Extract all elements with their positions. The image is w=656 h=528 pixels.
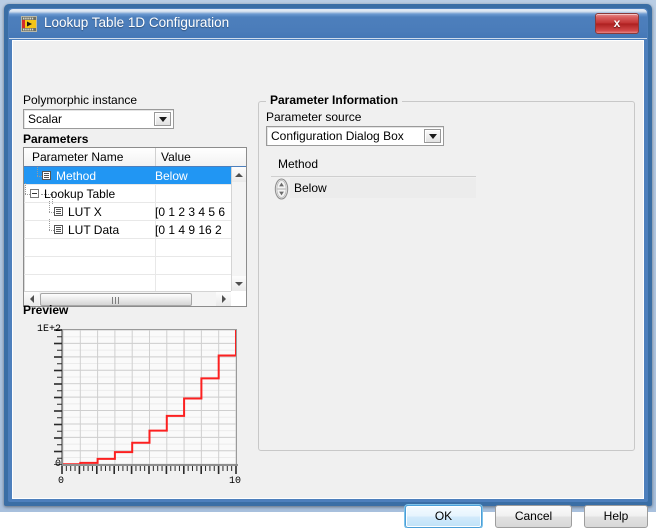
row-column-divider [155,185,156,202]
ok-button[interactable]: OK [405,505,482,528]
help-button[interactable]: Help [584,505,648,528]
cancel-button[interactable]: Cancel [495,505,572,528]
table-row[interactable] [24,257,231,275]
preview-graph: 1E+2 0 0 10 [23,319,247,491]
x-axis-min-label: 0 [58,476,65,487]
window-frame: Lookup Table 1D Configuration x Polymorp… [0,0,656,528]
parameter-name-cell: LUT Data [68,223,120,237]
chevron-down-icon[interactable] [154,112,171,126]
parameter-value-cell: [0 1 2 3 4 5 6 [155,205,226,219]
parameter-value-cell: [0 1 4 9 16 2 [155,223,222,237]
parameter-name-cell: Lookup Table [44,187,116,201]
table-row[interactable]: Method Below [24,167,231,185]
column-divider [155,148,156,166]
close-icon: x [613,16,621,30]
table-row[interactable] [24,239,231,257]
tree-connector-line [25,183,26,194]
row-column-divider [155,275,156,291]
table-row[interactable]: Lookup Table [24,183,231,204]
tree-leaf-node-icon [54,207,63,216]
parameter-name-cell: Method [56,169,97,183]
column-header-parameter-name: Parameter Name [32,150,124,164]
scroll-right-icon[interactable] [216,292,231,306]
tree-leaf-node-icon [42,171,51,180]
tree-header-row: Parameter Name Value [24,148,246,167]
parameter-source-combo[interactable]: Configuration Dialog Box [266,126,444,146]
window-title: Lookup Table 1D Configuration [44,15,230,30]
table-row[interactable]: LUT X [0 1 2 3 4 5 6 [24,201,231,221]
method-divider [271,176,476,177]
parameter-source-value: Configuration Dialog Box [271,129,404,143]
polymorphic-instance-combo[interactable]: Scalar [23,109,174,129]
parameters-tree[interactable]: Parameter Name Value Method Below Lookup T… [23,147,247,307]
y-axis-max-label: 1E+2 [36,324,61,335]
scroll-down-icon[interactable] [232,276,246,291]
tree-row-container: Method Below Lookup Table LUT X [0 1 2 3 4 5… [24,167,231,291]
column-header-value: Value [161,150,191,164]
row-column-divider [155,239,156,256]
dialog-client-area: Polymorphic instance Scalar Parameters P… [12,40,648,528]
method-value-text: Below [294,181,327,195]
x-axis-max-label: 10 [229,476,242,487]
chevron-down-icon[interactable] [424,129,441,143]
title-bar: Lookup Table 1D Configuration x [9,9,647,39]
tree-connector-line [37,167,38,176]
table-row[interactable] [24,275,231,291]
close-button[interactable]: x [595,13,639,34]
y-axis-ticks [54,329,62,465]
tree-vertical-scrollbar[interactable] [231,167,246,291]
row-column-divider [155,257,156,274]
parameter-value-cell: Below [155,169,188,183]
tree-leaf-node-icon [54,225,63,234]
x-axis-ticks [61,466,237,474]
parameter-source-label: Parameter source [266,110,362,124]
polymorphic-instance-value: Scalar [28,112,63,126]
up-down-spinner-icon[interactable] [274,178,289,200]
parameter-information-group [258,101,635,451]
tree-connector-line [49,201,50,212]
parameter-name-cell: LUT X [68,205,102,219]
tree-collapse-expander-icon[interactable] [30,189,39,198]
method-control-label: Method [278,157,319,171]
scroll-up-icon[interactable] [232,167,246,182]
preview-label: Preview [23,303,69,317]
y-axis-min-label: 0 [54,459,61,470]
graph-plot-area [63,329,237,465]
polymorphic-instance-label: Polymorphic instance [23,93,138,107]
parameters-label: Parameters [23,132,89,146]
labview-vi-icon [21,16,37,32]
tree-connector-line [49,219,50,230]
graph-gridlines-and-trace [63,330,236,465]
parameter-information-title: Parameter Information [266,93,403,107]
method-value-field[interactable]: Below [290,178,476,198]
table-row[interactable]: LUT Data [0 1 4 9 16 2 [24,219,231,239]
